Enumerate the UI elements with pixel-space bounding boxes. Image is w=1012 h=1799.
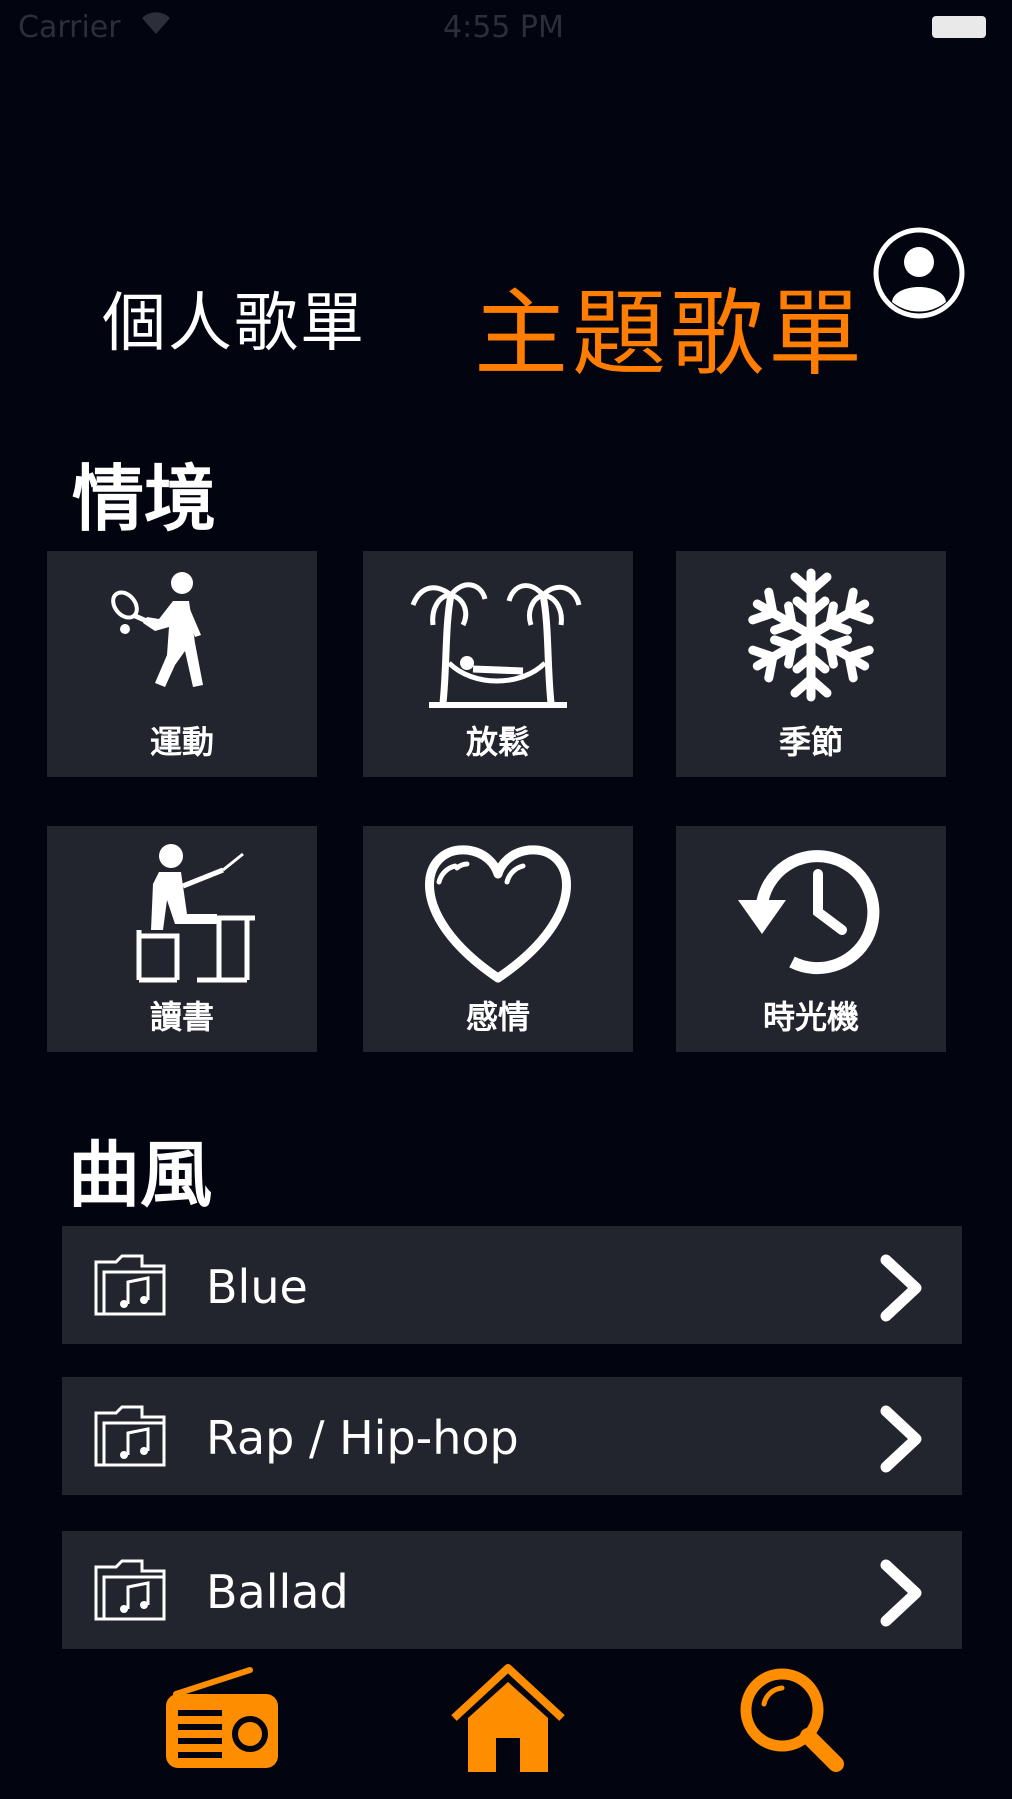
snowflake-icon bbox=[676, 565, 946, 715]
tile-label: 時光機 bbox=[762, 998, 859, 1036]
tab-personal-playlist[interactable]: 個人歌單 bbox=[102, 272, 366, 364]
home-icon bbox=[448, 1664, 568, 1778]
genre-row-blue[interactable]: Blue bbox=[62, 1226, 962, 1344]
tile-love[interactable]: 感情 bbox=[363, 826, 633, 1052]
tile-season[interactable]: 季節 bbox=[676, 551, 946, 777]
tennis-player-icon bbox=[47, 565, 317, 715]
tile-label: 感情 bbox=[465, 998, 530, 1036]
history-clock-icon bbox=[676, 840, 946, 990]
genre-label: Ballad bbox=[206, 1565, 349, 1619]
genre-row-rap-hiphop[interactable]: Rap / Hip-hop bbox=[62, 1377, 962, 1495]
radio-icon bbox=[164, 1667, 280, 1776]
tile-sports[interactable]: 運動 bbox=[47, 551, 317, 777]
hammock-palm-icon bbox=[363, 565, 633, 715]
battery-icon bbox=[932, 16, 986, 38]
nav-search-button[interactable] bbox=[736, 1664, 846, 1778]
chevron-right-icon bbox=[876, 1559, 924, 1631]
heart-icon bbox=[363, 840, 633, 990]
carrier-label: Carrier bbox=[18, 10, 121, 45]
chevron-right-icon bbox=[876, 1254, 924, 1326]
nav-home-button[interactable] bbox=[448, 1664, 568, 1778]
nav-radio-button[interactable] bbox=[164, 1664, 280, 1776]
search-icon bbox=[736, 1668, 846, 1778]
tile-label: 讀書 bbox=[149, 998, 214, 1036]
tab-theme-playlist[interactable]: 主題歌單 bbox=[474, 258, 866, 394]
tile-study[interactable]: 讀書 bbox=[47, 826, 317, 1052]
tile-label: 運動 bbox=[149, 723, 214, 761]
tile-relax[interactable]: 放鬆 bbox=[363, 551, 633, 777]
chevron-right-icon bbox=[876, 1405, 924, 1477]
student-desk-icon bbox=[47, 840, 317, 990]
profile-icon[interactable] bbox=[872, 226, 966, 324]
wifi-icon bbox=[138, 8, 174, 42]
music-folder-icon bbox=[92, 1403, 168, 1473]
tile-label: 季節 bbox=[778, 723, 843, 761]
genre-row-ballad[interactable]: Ballad bbox=[62, 1531, 962, 1649]
scenario-section-title: 情境 bbox=[72, 457, 217, 541]
status-time: 4:55 PM bbox=[443, 10, 564, 45]
tile-label: 放鬆 bbox=[465, 723, 530, 761]
tile-time-machine[interactable]: 時光機 bbox=[676, 826, 946, 1052]
genre-section-title: 曲風 bbox=[68, 1133, 213, 1217]
music-folder-icon bbox=[92, 1252, 168, 1322]
status-bar: Carrier 4:55 PM bbox=[0, 0, 1012, 56]
music-folder-icon bbox=[92, 1557, 168, 1627]
genre-label: Rap / Hip-hop bbox=[206, 1411, 519, 1465]
genre-label: Blue bbox=[206, 1260, 308, 1314]
